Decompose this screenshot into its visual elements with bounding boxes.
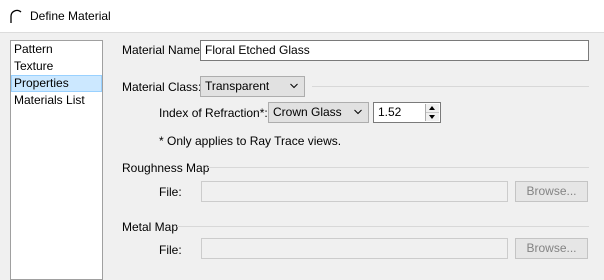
arch-icon <box>10 9 22 23</box>
chevron-down-icon <box>290 83 298 89</box>
material-name-input[interactable]: Floral Etched Glass <box>200 40 589 61</box>
metal-file-label: File: <box>159 243 182 257</box>
sidebar-item-properties[interactable]: Properties <box>11 75 102 92</box>
metal-file-input[interactable] <box>201 238 508 259</box>
window-title: Define Material <box>30 9 111 23</box>
arrow-down-icon <box>429 115 435 119</box>
stepper-down-button[interactable] <box>426 113 439 121</box>
stepper-up-button[interactable] <box>426 104 439 113</box>
divider <box>177 226 589 227</box>
divider <box>312 86 589 87</box>
category-list[interactable]: Pattern Texture Properties Materials Lis… <box>10 40 103 280</box>
roughness-file-input[interactable] <box>201 181 508 202</box>
roughness-file-label: File: <box>159 185 182 199</box>
sidebar-item-texture[interactable]: Texture <box>11 58 102 75</box>
sidebar-item-materials-list[interactable]: Materials List <box>11 92 102 109</box>
metal-browse-button[interactable]: Browse... <box>515 238 588 259</box>
stepper-buttons <box>425 104 439 121</box>
material-class-label: Material Class: <box>122 80 202 94</box>
refraction-label: Index of Refraction*: <box>159 106 268 120</box>
roughness-map-heading: Roughness Map <box>122 161 210 175</box>
material-class-value: Transparent <box>205 79 270 93</box>
title-bar: Define Material <box>0 0 604 33</box>
refraction-preset-select[interactable]: Crown Glass <box>268 102 369 123</box>
material-name-label: Material Name: <box>122 43 204 57</box>
ray-trace-note: * Only applies to Ray Trace views. <box>159 134 342 148</box>
roughness-browse-button[interactable]: Browse... <box>515 181 588 202</box>
arrow-up-icon <box>429 106 435 110</box>
chevron-down-icon <box>354 109 362 115</box>
divider <box>208 167 589 168</box>
refraction-value-stepper[interactable]: 1.52 <box>373 102 441 123</box>
refraction-value: 1.52 <box>378 105 402 119</box>
refraction-preset-value: Crown Glass <box>273 105 342 119</box>
metal-map-heading: Metal Map <box>122 220 179 234</box>
material-class-select[interactable]: Transparent <box>200 76 305 97</box>
sidebar-item-pattern[interactable]: Pattern <box>11 41 102 58</box>
